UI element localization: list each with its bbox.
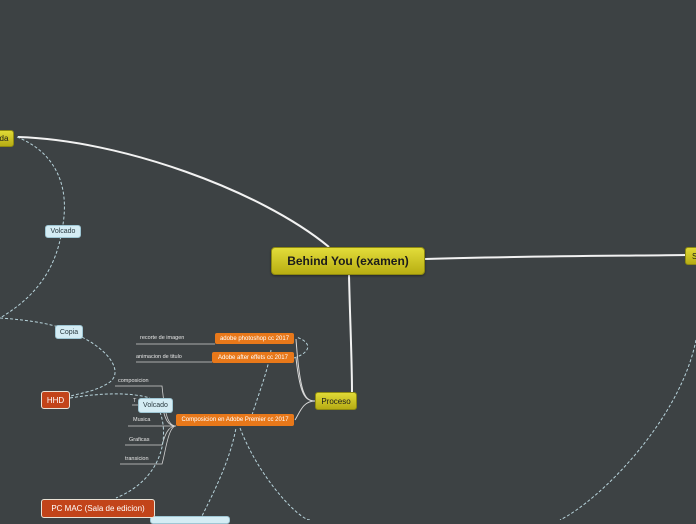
- bottom-label-partial[interactable]: [150, 516, 230, 524]
- hhd-label: HHD: [46, 395, 65, 405]
- volcado-label-mid[interactable]: Volcado: [138, 398, 173, 413]
- central-topic[interactable]: Behind You (examen): [271, 247, 425, 275]
- leaf-graficas[interactable]: Graficas: [129, 437, 149, 443]
- relation-hhd-volcado: [69, 393, 151, 399]
- leaf-animacion[interactable]: animacion de titulo: [136, 354, 182, 360]
- pc-mac-node[interactable]: PC MAC (Sala de edicion): [41, 499, 155, 518]
- after-effects-label: Adobe after effets cc 2017: [218, 354, 288, 361]
- leaf-musica[interactable]: Musica: [133, 417, 150, 423]
- pc-mac-label: PC MAC (Sala de edicion): [51, 504, 145, 513]
- leaf-t[interactable]: T: [133, 398, 136, 404]
- relation-pcmac-premier: [199, 427, 237, 520]
- connector-central-proceso: [348, 274, 353, 394]
- relation-bottom-right: [239, 339, 696, 520]
- left-topic-label: da: [0, 134, 9, 143]
- central-topic-label: Behind You (examen): [287, 254, 409, 268]
- proceso-topic[interactable]: Proceso: [315, 392, 357, 410]
- leaf-recorte[interactable]: recorte de imagen: [140, 335, 184, 341]
- volcado-top-text: Volcado: [50, 228, 76, 235]
- volcado-mid-text: Volcado: [143, 402, 168, 409]
- leaf-composicion[interactable]: composicion: [118, 378, 149, 384]
- volcado-label-top[interactable]: Volcado: [45, 225, 81, 238]
- right-topic-label: S: [692, 252, 696, 261]
- after-effects-node[interactable]: Adobe after effets cc 2017: [212, 352, 294, 363]
- copia-label[interactable]: Copia: [55, 325, 83, 339]
- premier-label: Composicion en Adobe Premier cc 2017: [181, 417, 289, 423]
- left-topic[interactable]: da: [0, 130, 14, 147]
- right-topic[interactable]: S: [685, 247, 696, 265]
- relation-volcado-pcmac: [115, 411, 164, 499]
- hhd-node[interactable]: HHD: [41, 391, 70, 409]
- photoshop-node[interactable]: adobe photoshop cc 2017: [215, 333, 294, 344]
- photoshop-label: adobe photoshop cc 2017: [219, 335, 290, 342]
- mind-map-canvas: Behind You (examen) da S Proceso Volcado…: [0, 0, 696, 524]
- connector-proceso-tools: [294, 338, 316, 421]
- leaf-transicion[interactable]: transicion: [125, 456, 149, 462]
- connector-central-right: [424, 254, 689, 260]
- proceso-label: Proceso: [321, 396, 351, 406]
- copia-text: Copia: [59, 328, 79, 336]
- premier-node[interactable]: Composicion en Adobe Premier cc 2017: [176, 414, 294, 426]
